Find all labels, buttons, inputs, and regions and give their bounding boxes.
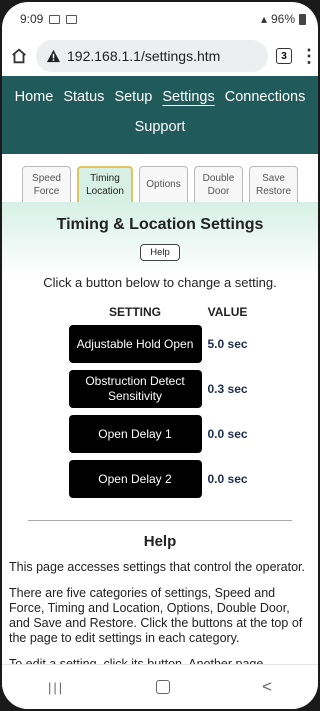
site-nav: Home Status Setup Settings Connections S… <box>2 76 318 154</box>
column-header-setting: SETTING <box>108 305 161 319</box>
table-row: Obstruction Detect Sensitivity 0.3 sec <box>68 369 253 409</box>
setting-value: 0.3 sec <box>207 382 248 396</box>
tab-speed-force[interactable]: Speed Force <box>22 166 71 202</box>
status-time: 9:09 <box>20 12 44 26</box>
setting-button-adjustable-hold-open[interactable]: Adjustable Hold Open <box>68 325 202 363</box>
tab-double-door[interactable]: Double Door <box>194 166 243 202</box>
settings-table: SETTING VALUE Adjustable Hold Open 5.0 s… <box>68 300 253 504</box>
setting-value: 5.0 sec <box>207 337 248 351</box>
recents-button[interactable]: ||| <box>48 680 64 695</box>
help-paragraph: There are five categories of settings, S… <box>9 586 303 645</box>
browser-toolbar: 192.168.1.1/settings.htm 3 ⋮ <box>2 36 318 76</box>
help-paragraph: This page accesses settings that control… <box>9 560 306 574</box>
battery-level: 96% <box>270 12 295 26</box>
warning-icon[interactable] <box>46 49 61 63</box>
setting-button-obstruction-detect[interactable]: Obstruction Detect Sensitivity <box>68 370 202 408</box>
nav-support[interactable]: Support <box>134 112 187 142</box>
notification-icon <box>66 14 78 24</box>
tab-save-restore[interactable]: Save Restore <box>249 166 298 202</box>
table-row: Open Delay 2 0.0 sec <box>68 459 253 499</box>
setting-value: 0.0 sec <box>207 427 248 441</box>
overflow-menu-icon[interactable]: ⋮ <box>300 46 318 67</box>
tab-switcher-button[interactable]: 3 <box>276 48 292 64</box>
status-bar: 9:09 ▴ 96% <box>2 2 318 36</box>
settings-tabs: Speed Force Timing Location Options Doub… <box>2 154 318 202</box>
setting-button-open-delay-2[interactable]: Open Delay 2 <box>68 460 202 498</box>
help-heading: Help <box>143 533 177 550</box>
instruction-text: Click a button below to change a setting… <box>43 275 277 290</box>
signal-icon: ▴ <box>260 12 267 26</box>
url-text: 192.168.1.1/settings.htm <box>67 48 221 64</box>
page-title: Timing & Location Settings <box>56 216 264 233</box>
nav-connections[interactable]: Connections <box>224 82 307 112</box>
nav-settings[interactable]: Settings <box>161 82 215 112</box>
help-button[interactable]: Help <box>140 244 180 261</box>
column-header-value: VALUE <box>207 305 248 319</box>
nav-home[interactable]: Home <box>14 82 55 112</box>
tab-options[interactable]: Options <box>139 166 188 202</box>
home-icon[interactable] <box>10 47 28 65</box>
section-divider <box>28 520 292 521</box>
nav-status[interactable]: Status <box>62 82 105 112</box>
home-button[interactable] <box>156 680 171 694</box>
setting-value: 0.0 sec <box>207 472 248 486</box>
back-button[interactable]: < <box>262 677 272 697</box>
setting-button-open-delay-1[interactable]: Open Delay 1 <box>68 415 202 453</box>
table-row: Open Delay 1 0.0 sec <box>68 414 253 454</box>
table-row: Adjustable Hold Open 5.0 sec <box>68 324 253 364</box>
gallery-icon <box>49 14 61 24</box>
url-bar[interactable]: 192.168.1.1/settings.htm <box>36 40 268 72</box>
system-nav-bar: ||| < <box>2 664 318 709</box>
tab-timing-location[interactable]: Timing Location <box>77 166 133 202</box>
nav-setup[interactable]: Setup <box>113 82 153 112</box>
phone-screen: 9:09 ▴ 96% 192.168.1.1/settings.htm 3 ⋮ … <box>2 2 318 709</box>
settings-content: Timing & Location Settings Help Click a … <box>2 202 318 687</box>
battery-icon <box>299 13 306 25</box>
